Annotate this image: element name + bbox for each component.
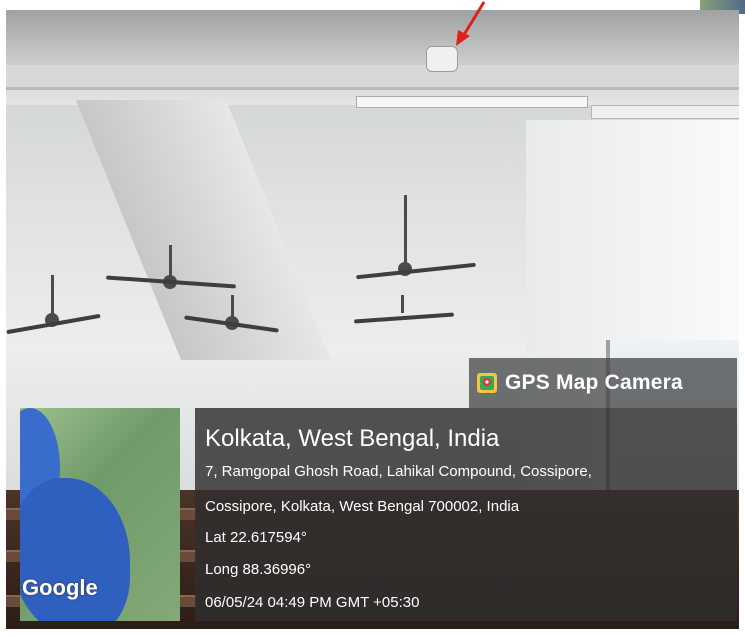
red-arrow-icon (456, 1, 486, 46)
google-attribution: Google (22, 575, 98, 600)
longitude: Long 88.36996° (205, 561, 312, 578)
ceiling (6, 10, 739, 105)
gps-app-tag: GPS Map Camera (469, 358, 737, 408)
app-name-label: GPS Map Camera (505, 371, 683, 394)
address-line-2: Cossipore, Kolkata, West Bengal 700002, … (205, 498, 520, 515)
address-line-1: 7, Ramgopal Ghosh Road, Lahikal Compound… (205, 463, 592, 480)
gps-map-camera-icon (477, 373, 497, 393)
location-title: Kolkata, West Bengal, India (205, 425, 500, 452)
location-map-thumbnail: Google (20, 408, 180, 621)
location-info-panel: Kolkata, West Bengal, India 7, Ramgopal … (195, 408, 737, 621)
photo-frame: Google GPS Map Camera Kolkata, West Beng… (0, 0, 745, 635)
ceiling-beam (6, 65, 739, 90)
timestamp: 06/05/24 04:49 PM GMT +05:30 (205, 594, 420, 611)
latitude: Lat 22.617594° (205, 529, 307, 546)
tube-light-2 (591, 105, 739, 119)
tube-light (356, 96, 588, 108)
